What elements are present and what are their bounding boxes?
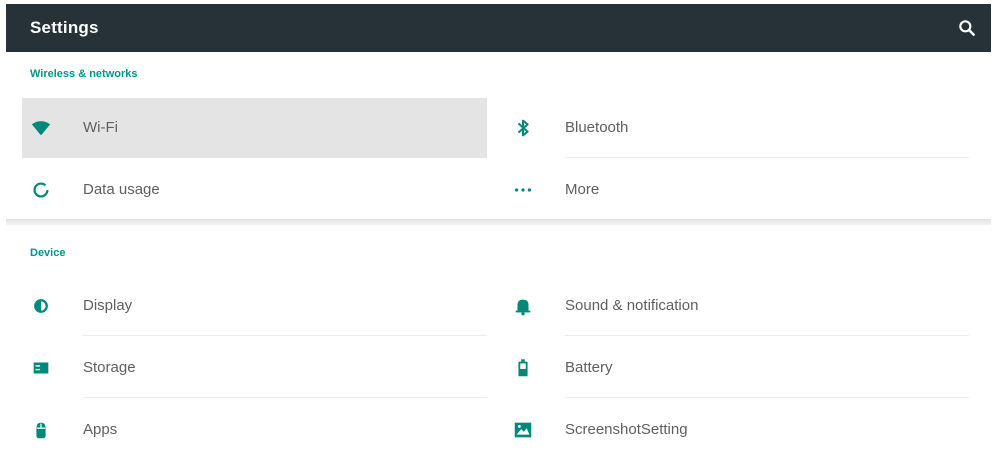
settings-item-more[interactable]: More (504, 160, 969, 220)
settings-item-label: Sound & notification (565, 297, 699, 314)
settings-item-label: Data usage (83, 181, 160, 198)
settings-item-storage[interactable]: Storage (22, 338, 487, 398)
item-divider (83, 397, 487, 398)
bell-icon (512, 295, 534, 317)
settings-item-label: Apps (83, 421, 118, 438)
item-divider (565, 157, 969, 158)
settings-item-sound[interactable]: Sound & notification (504, 276, 969, 336)
settings-item-label: ScreenshotSetting (565, 421, 688, 438)
item-divider (565, 335, 969, 336)
settings-item-label: Battery (565, 359, 613, 376)
battery-icon (512, 357, 534, 379)
settings-item-label: Storage (83, 359, 136, 376)
item-divider (565, 397, 969, 398)
settings-item-label: More (565, 181, 600, 198)
storage-icon (30, 357, 52, 379)
section-header-device: Device (30, 247, 66, 259)
bluetooth-icon (512, 117, 534, 139)
settings-item-apps[interactable]: Apps (22, 400, 487, 459)
settings-item-label: Display (83, 297, 133, 314)
apps-icon (30, 419, 52, 441)
more-icon (512, 179, 534, 201)
item-divider (83, 335, 487, 336)
app-toolbar: Settings (6, 4, 991, 52)
page-title: Settings (30, 18, 99, 37)
wifi-icon (30, 117, 52, 139)
settings-item-screenshot[interactable]: ScreenshotSetting (504, 400, 969, 459)
data-usage-icon (30, 179, 52, 201)
settings-item-label: Bluetooth (565, 119, 629, 136)
settings-item-wifi[interactable]: Wi-Fi (22, 98, 487, 158)
display-icon (30, 295, 52, 317)
search-icon[interactable] (957, 18, 977, 38)
section-header-wireless: Wireless & networks (30, 68, 138, 80)
screenshot-icon (512, 419, 534, 441)
section-divider (6, 219, 991, 225)
settings-screen: Settings Wireless & networks Wi-Fi Bluet… (0, 0, 993, 459)
settings-item-bluetooth[interactable]: Bluetooth (504, 98, 969, 158)
settings-item-battery[interactable]: Battery (504, 338, 969, 398)
settings-item-data-usage[interactable]: Data usage (22, 160, 487, 220)
settings-item-label: Wi-Fi (83, 119, 118, 136)
settings-item-display[interactable]: Display (22, 276, 487, 336)
